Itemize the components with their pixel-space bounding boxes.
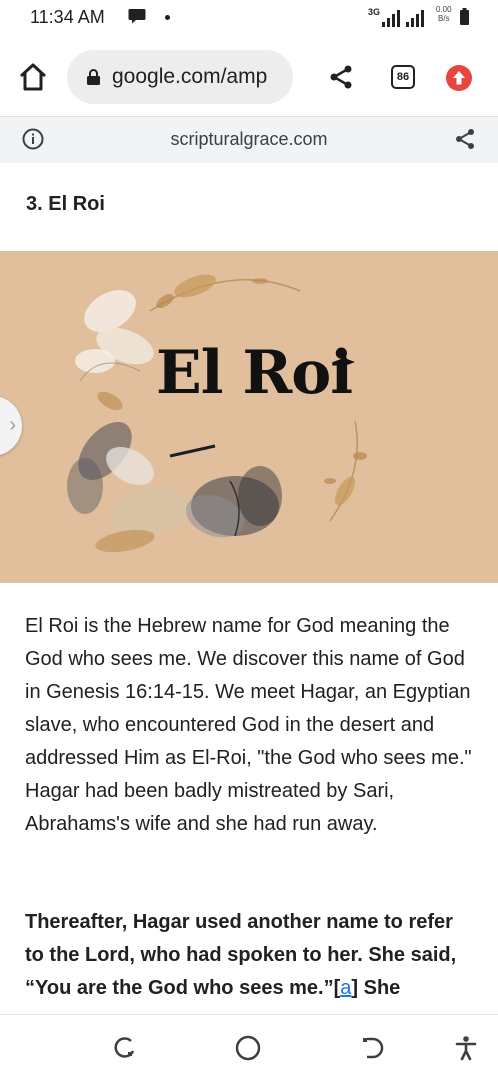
net-speed-value: 0.00 <box>436 5 452 14</box>
back-icon[interactable] <box>359 1035 385 1061</box>
bold-paragraph: Thereafter, Hagar used another name to r… <box>25 906 475 1005</box>
section-heading: 3. El Roi <box>26 193 105 215</box>
share-icon[interactable] <box>328 64 354 90</box>
hero-title: El Roi <box>156 338 353 408</box>
browser-toolbar: google.com/amp 86 <box>0 44 498 114</box>
recents-icon[interactable] <box>111 1035 137 1061</box>
hero-image: El Roi <box>0 251 498 583</box>
status-bar: 11:34 AM 3G 0.00 B/s <box>0 0 498 34</box>
article-body: El Roi is the Hebrew name for God meanin… <box>25 610 475 841</box>
tab-switcher-button[interactable]: 86 <box>391 65 415 89</box>
net-speed-unit: B/s <box>438 14 450 23</box>
floral-illustration <box>67 274 367 553</box>
home-nav-icon[interactable] <box>235 1035 261 1061</box>
battery-icon <box>460 8 469 25</box>
net-speed: 0.00 B/s <box>436 5 452 23</box>
notification-dot-icon <box>165 15 170 20</box>
accessibility-icon[interactable] <box>453 1035 479 1061</box>
arrow-up-icon <box>453 71 465 85</box>
paragraph: El Roi is the Hebrew name for God meanin… <box>25 615 472 769</box>
chevron-right-icon: › <box>9 414 16 436</box>
share-icon[interactable] <box>454 128 476 150</box>
bold-text-end: ] She <box>351 977 401 999</box>
signal-icon: 3G <box>368 7 424 27</box>
network-type: 3G <box>368 7 380 17</box>
footnote-link[interactable]: a <box>340 977 351 999</box>
home-icon[interactable] <box>18 62 48 92</box>
amp-header: scripturalgrace.com <box>0 116 498 163</box>
navigation-bar <box>0 1014 498 1081</box>
url-bar[interactable]: google.com/amp <box>67 50 293 104</box>
update-button[interactable] <box>446 65 472 91</box>
message-icon <box>128 9 146 24</box>
status-time: 11:34 AM <box>30 7 105 27</box>
lock-icon <box>87 69 100 85</box>
paragraph: Hagar had been badly mistreated by Sari,… <box>25 780 395 835</box>
amp-domain[interactable]: scripturalgrace.com <box>0 129 498 150</box>
url-text: google.com/amp <box>112 65 268 88</box>
